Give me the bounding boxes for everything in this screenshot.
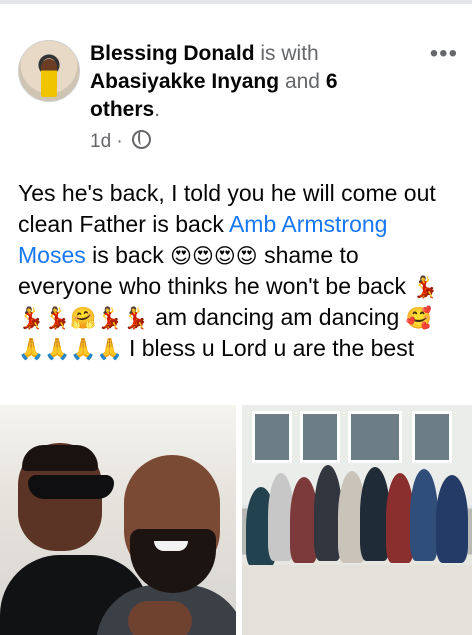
photo-1-smile (154, 541, 188, 551)
heart-eyes-emoji: 😍😍😍😍 (170, 244, 258, 268)
post-text-part-5: I bless u Lord u are the best (122, 335, 415, 361)
photo-1-cap (22, 445, 98, 471)
and-text: and (284, 70, 320, 93)
post-text: Yes he's back, I told you he will come o… (18, 178, 458, 364)
post-title: Blessing Donald is with Abasiyakke Inyan… (90, 40, 370, 124)
post-header: Blessing Donald is with Abasiyakke Inyan… (18, 40, 458, 160)
period: . (154, 98, 161, 121)
post-meta: 1d · (90, 130, 152, 153)
post-text-part-4: am dancing am dancing (148, 304, 406, 330)
photo-2-floor (242, 565, 472, 635)
photo-1[interactable] (0, 405, 236, 635)
globe-icon[interactable] (132, 130, 152, 149)
timestamp[interactable]: 1d (90, 131, 111, 152)
meta-separator: · (116, 131, 123, 152)
photo-2-crowd (242, 453, 472, 567)
author-name[interactable]: Blessing Donald (90, 42, 255, 65)
with-text: is with (260, 42, 319, 65)
tagged-person[interactable]: Abasiyakke Inyang (90, 70, 279, 93)
post-text-part-2: is back (85, 242, 171, 268)
photo-1-hand (128, 601, 192, 635)
photo-1-glasses (28, 475, 114, 499)
top-divider (0, 0, 472, 4)
avatar[interactable] (18, 40, 80, 102)
photo-2[interactable] (242, 405, 472, 635)
more-options-icon[interactable]: ••• (430, 42, 458, 66)
photo-1-beard (130, 529, 216, 593)
